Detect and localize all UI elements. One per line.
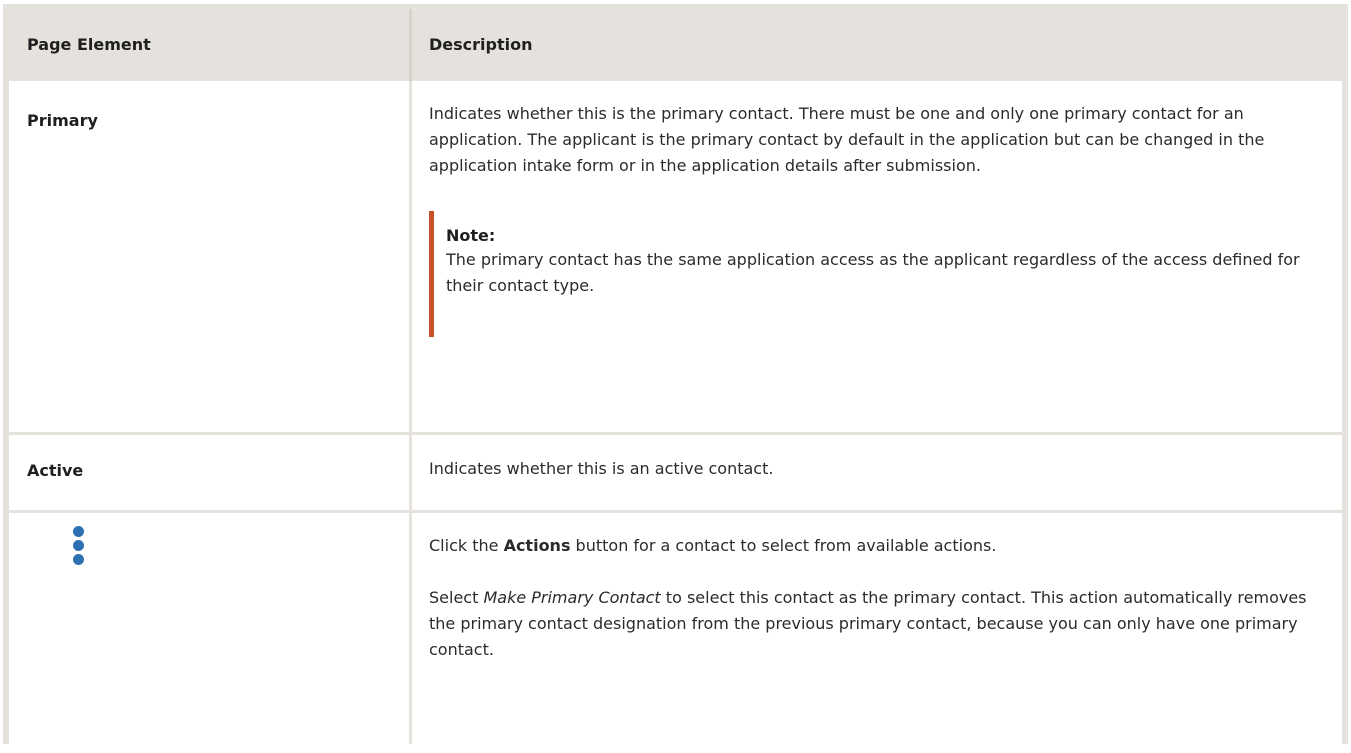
actions-label-bold: Actions <box>503 536 571 555</box>
term-active: Active <box>27 461 84 480</box>
note-callout: Note: The primary contact has the same a… <box>429 211 1309 337</box>
description-actions: Click the Actions button for a contact t… <box>429 533 1309 663</box>
table-header-row: Page Element Description <box>9 9 1342 81</box>
description-primary-text: Indicates whether this is the primary co… <box>429 104 1265 175</box>
description-primary: Indicates whether this is the primary co… <box>429 101 1309 179</box>
actions-line1-before: Click the <box>429 536 504 555</box>
table-row-active: Active Indicates whether this is an acti… <box>9 435 1342 513</box>
kebab-dot <box>73 540 84 551</box>
actions-kebab-icon <box>73 526 87 570</box>
header-column-divider <box>409 9 412 81</box>
make-primary-contact-label: Make Primary Contact <box>483 588 661 607</box>
description-active: Indicates whether this is an active cont… <box>429 459 774 478</box>
page-element-table: Page Element Description Primary Indicat… <box>3 4 1348 744</box>
actions-line2-before: Select <box>429 588 484 607</box>
column-header-page-element: Page Element <box>27 35 151 54</box>
term-primary: Primary <box>27 111 98 130</box>
table-row-primary: Primary Indicates whether this is the pr… <box>9 81 1342 435</box>
kebab-dot <box>73 554 84 565</box>
note-body: The primary contact has the same applica… <box>446 250 1300 295</box>
description-actions-line1: Click the Actions button for a contact t… <box>429 533 1309 559</box>
kebab-dot <box>73 526 84 537</box>
description-actions-line2: Select Make Primary Contact to select th… <box>429 585 1309 663</box>
column-header-description: Description <box>429 35 533 54</box>
table-row-actions: Click the Actions button for a contact t… <box>9 513 1342 753</box>
actions-line1-after: button for a contact to select from avai… <box>570 536 997 555</box>
term-actions <box>27 513 397 593</box>
note-title: Note: <box>446 226 496 245</box>
